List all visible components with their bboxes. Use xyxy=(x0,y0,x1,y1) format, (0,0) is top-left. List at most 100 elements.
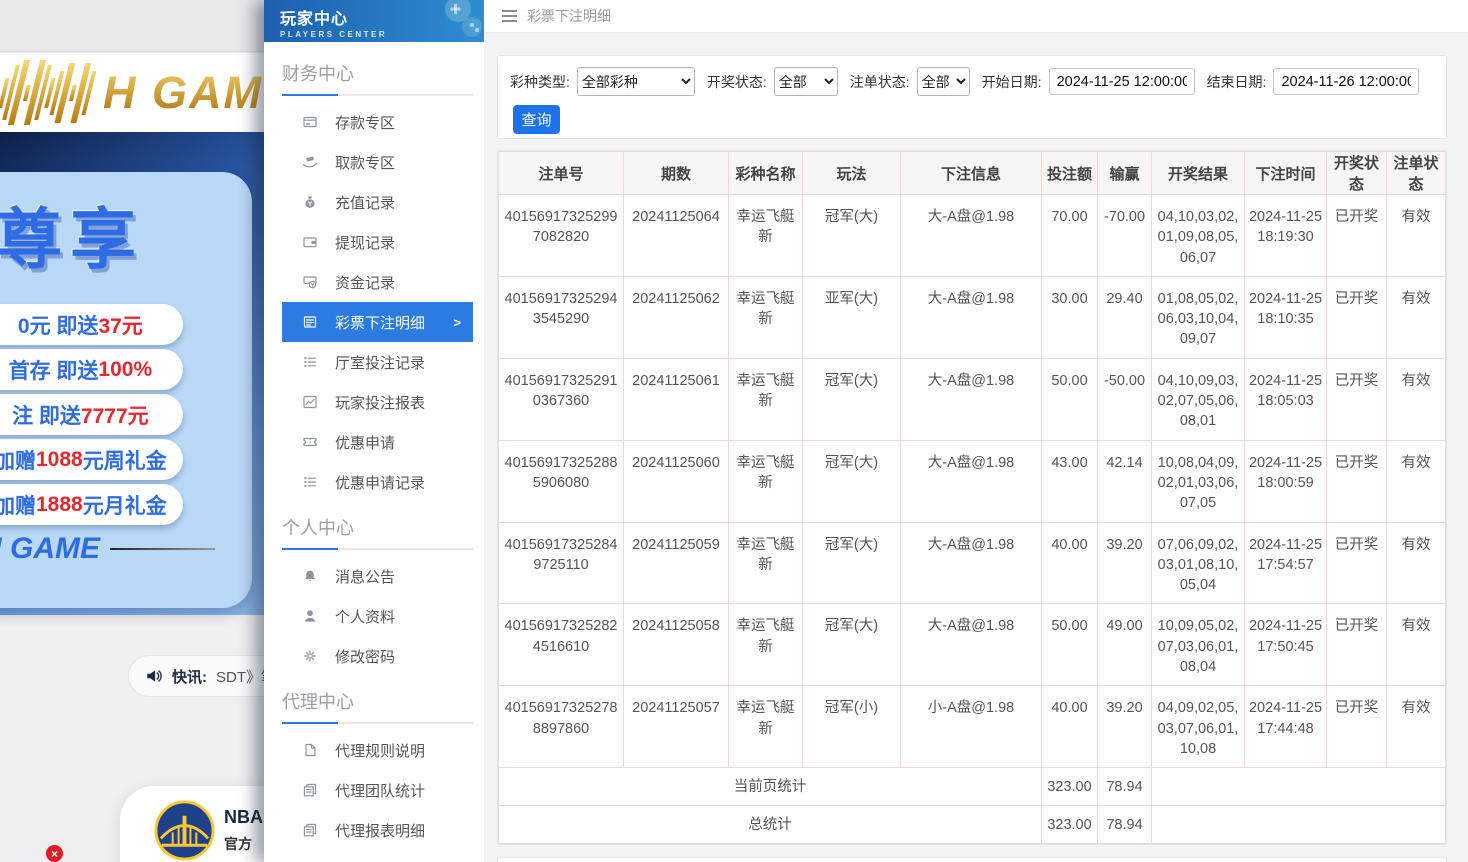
sidebar-item-promo-apply-record[interactable]: 优惠申请记录 xyxy=(282,462,473,502)
cell-win-loss: 39.20 xyxy=(1098,522,1152,604)
cell-draw-status: 已开奖 xyxy=(1327,604,1387,686)
cell-bet-time: 2024-11-25 17:54:57 xyxy=(1245,522,1327,604)
cell-period: 20241125058 xyxy=(624,604,729,686)
promo-footer: H GAME xyxy=(0,532,215,566)
cell-play: 冠军(大) xyxy=(803,195,901,277)
sidebar-item-label: 代理团队统计 xyxy=(335,780,425,801)
sidebar-item-recharge-record[interactable]: 充值记录 xyxy=(282,182,473,222)
cell-draw-result: 04,09,02,05,03,07,06,01,10,08 xyxy=(1152,686,1245,768)
hall-bet-record-icon xyxy=(302,354,318,370)
cell-bet-info: 大-A盘@1.98 xyxy=(901,440,1042,522)
sidebar-item-hall-bet-record[interactable]: 厅室投注记录 xyxy=(282,342,473,382)
table-row: 40156917325282451661020241125058幸运飞艇新冠军(… xyxy=(499,604,1446,686)
order-status-select[interactable]: 全部 xyxy=(917,67,970,96)
cell-win-loss: 42.14 xyxy=(1098,440,1152,522)
sidebar-item-label: 取款专区 xyxy=(335,152,395,173)
agent-team-icon xyxy=(302,782,318,798)
cell-bet-time: 2024-11-25 18:00:59 xyxy=(1245,440,1327,522)
lottery-type-select[interactable]: 全部彩种 xyxy=(577,67,695,96)
agent-rules-icon xyxy=(302,742,318,758)
gamepad-decoration-icon xyxy=(406,0,484,42)
cell-bet-time: 2024-11-25 18:05:03 xyxy=(1245,358,1327,440)
cell-bet-amount: 43.00 xyxy=(1042,440,1098,522)
sidebar-item-withdraw[interactable]: 取款专区 xyxy=(282,142,473,182)
cell-bet-amount: 40.00 xyxy=(1042,686,1098,768)
sidebar-item-label: 代理报表明细 xyxy=(335,820,425,841)
section-title: 个人中心 xyxy=(282,514,473,540)
draw-status-select[interactable]: 全部 xyxy=(774,67,838,96)
cell-lottery-name: 幸运飞艇新 xyxy=(729,522,803,604)
sidebar-item-player-bet-report[interactable]: 玩家投注报表 xyxy=(282,382,473,422)
agent-report-icon xyxy=(302,822,318,838)
sidebar-item-funds-record[interactable]: 资金记录 xyxy=(282,262,473,302)
cell-play: 冠军(大) xyxy=(803,440,901,522)
sidebar-item-notice[interactable]: 消息公告 xyxy=(282,556,473,596)
column-header: 玩法 xyxy=(803,152,901,195)
sidebar-item-agent-promotion[interactable]: 代理推广管理 xyxy=(282,850,473,862)
profile-icon xyxy=(302,608,318,624)
sidebar-item-profile[interactable]: 个人资料 xyxy=(282,596,473,636)
close-icon[interactable]: × xyxy=(46,845,63,862)
sidebar-item-label: 彩票下注明细 xyxy=(335,312,425,333)
table-row: 40156917325294354529020241125062幸运飞艇新亚军(… xyxy=(499,276,1446,358)
recharge-record-icon xyxy=(302,194,318,210)
withdraw-icon xyxy=(302,154,318,170)
cell-play: 冠军(小) xyxy=(803,686,901,768)
section-title: 财务中心 xyxy=(282,60,473,86)
sidebar-item-label: 存款专区 xyxy=(335,112,395,133)
cell-play: 冠军(大) xyxy=(803,522,901,604)
sidebar-item-agent-rules[interactable]: 代理规则说明 xyxy=(282,730,473,770)
section-divider xyxy=(282,722,473,724)
column-header: 开奖状态 xyxy=(1327,152,1387,195)
bets-table-card: 注单号期数彩种名称玩法下注信息投注额输赢开奖结果下注时间开奖状态注单状态 401… xyxy=(497,150,1447,845)
column-header: 下注信息 xyxy=(901,152,1042,195)
cell-order-no: 401569173252943545290 xyxy=(499,276,624,358)
player-bet-report-icon xyxy=(302,394,318,410)
sidebar-item-lottery-bet-detail[interactable]: 彩票下注明细 > xyxy=(282,302,473,342)
password-icon xyxy=(302,648,318,664)
cell-play: 亚军(大) xyxy=(803,276,901,358)
search-button[interactable]: 查询 xyxy=(513,105,560,134)
cell-order-no: 401569173252824516610 xyxy=(499,604,624,686)
chevron-right-icon: > xyxy=(453,315,461,330)
promo-pill: 注 即送7777元 xyxy=(0,394,183,435)
sidebar-item-password[interactable]: 修改密码 xyxy=(282,636,473,676)
sidebar-item-agent-report[interactable]: 代理报表明细 xyxy=(282,810,473,850)
table-row: 40156917325291036736020241125061幸运飞艇新冠军(… xyxy=(499,358,1446,440)
cell-lottery-name: 幸运飞艇新 xyxy=(729,440,803,522)
withdraw-record-icon xyxy=(302,234,318,250)
sidebar-item-promo-apply[interactable]: 优惠申请 xyxy=(282,422,473,462)
sidebar-sections: 财务中心存款专区取款专区充值记录提现记录资金记录彩票下注明细 > 厅室投注记录玩家投… xyxy=(264,42,484,862)
cell-draw-result: 07,06,09,02,03,01,08,10,05,04 xyxy=(1152,522,1245,604)
section-divider xyxy=(282,94,473,96)
sidebar-item-deposit[interactable]: 存款专区 xyxy=(282,102,473,142)
promo-pill: 首存 即送100% xyxy=(0,349,183,390)
cell-order-status: 有效 xyxy=(1387,358,1446,440)
cell-play: 冠军(大) xyxy=(803,358,901,440)
cell-order-no: 401569173252910367360 xyxy=(499,358,624,440)
start-date-input[interactable] xyxy=(1049,68,1195,95)
cell-play: 冠军(大) xyxy=(803,604,901,686)
lottery-bet-detail-icon xyxy=(302,314,318,330)
funds-record-icon xyxy=(302,274,318,290)
column-header: 注单状态 xyxy=(1387,152,1446,195)
sidebar-item-label: 资金记录 xyxy=(335,272,395,293)
page-stats-row: 当前页统计 323.00 78.94 xyxy=(499,768,1446,806)
cell-order-no: 401569173252849725110 xyxy=(499,522,624,604)
cell-draw-status: 已开奖 xyxy=(1327,276,1387,358)
table-header-row: 注单号期数彩种名称玩法下注信息投注额输赢开奖结果下注时间开奖状态注单状态 xyxy=(499,152,1446,195)
promo-footer-line xyxy=(110,548,215,550)
cell-draw-result: 10,08,04,09,02,01,03,06,07,05 xyxy=(1152,440,1245,522)
promo-panel: 尊享 0元 即送37元首存 即送100%注 即送7777元加赠1088元周礼金加… xyxy=(0,172,252,608)
cell-draw-status: 已开奖 xyxy=(1327,522,1387,604)
table-row: 40156917325278889786020241125057幸运飞艇新冠军(… xyxy=(499,686,1446,768)
promo-footer-logo: H GAME xyxy=(0,532,100,566)
end-date-input[interactable] xyxy=(1273,68,1419,95)
sidebar-item-agent-team[interactable]: 代理团队统计 xyxy=(282,770,473,810)
cell-period: 20241125064 xyxy=(624,195,729,277)
sidebar-item-label: 提现记录 xyxy=(335,232,395,253)
end-date-label: 结束日期: xyxy=(1207,72,1267,92)
sidebar-item-withdraw-record[interactable]: 提现记录 xyxy=(282,222,473,262)
menu-toggle-icon[interactable] xyxy=(502,10,517,22)
cell-lottery-name: 幸运飞艇新 xyxy=(729,604,803,686)
